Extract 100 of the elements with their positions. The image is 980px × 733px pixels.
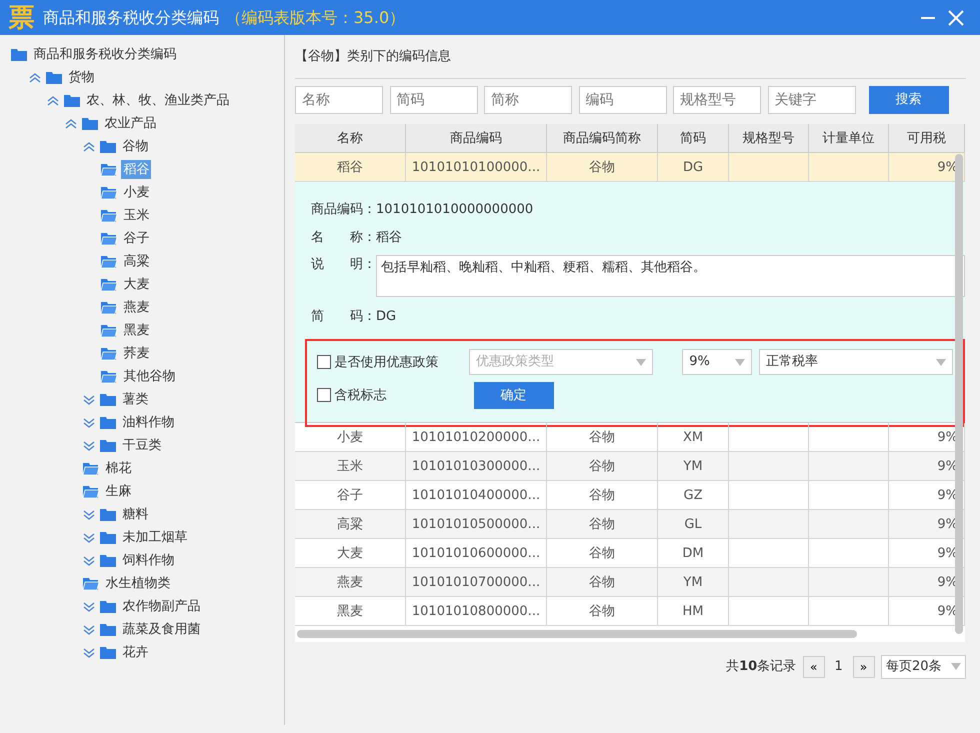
tree-item[interactable]: 水生植物类: [103, 574, 172, 594]
table-cell: 谷物: [547, 452, 658, 480]
checkbox-field[interactable]: 含税标志: [317, 386, 467, 405]
page-number[interactable]: 1: [831, 656, 846, 676]
search-field[interactable]: 编码: [578, 86, 666, 114]
folder-icon: [99, 553, 118, 568]
folder-icon: [99, 599, 118, 614]
tree-item[interactable]: 谷物: [120, 136, 150, 156]
version-label: （编码表版本号：35.0）: [226, 6, 406, 28]
tree-item[interactable]: 饲料作物: [120, 550, 176, 570]
folder-icon: [81, 116, 100, 131]
search-field[interactable]: 关键字: [768, 86, 856, 114]
expand-icon[interactable]: [82, 438, 96, 452]
next-page-button[interactable]: »: [852, 656, 874, 678]
open-folder-icon: [100, 185, 118, 200]
tree-item[interactable]: 商品和服务税收分类编码: [31, 44, 178, 64]
tree-item[interactable]: 荞麦: [121, 344, 152, 364]
tree-item[interactable]: 花卉: [120, 642, 150, 662]
expand-icon[interactable]: [82, 530, 96, 544]
table-cell: 10101010300000...: [406, 452, 547, 480]
search-field[interactable]: 简码: [390, 86, 478, 114]
page-size-dropdown[interactable]: 每页20条: [881, 654, 966, 678]
rate-type-dropdown[interactable]: 正常税率: [758, 349, 953, 376]
tree-item[interactable]: 农、林、牧、渔业类产品: [84, 90, 232, 110]
column-header[interactable]: 商品编码简称: [547, 124, 658, 152]
tree-item[interactable]: 小麦: [121, 182, 152, 202]
collapse-icon[interactable]: [28, 70, 42, 84]
caret-icon: [636, 358, 646, 366]
open-folder-icon: [100, 162, 118, 177]
table-cell: 10101010100000...: [406, 152, 547, 182]
expand-icon[interactable]: [82, 392, 96, 406]
close-icon: [948, 10, 964, 26]
panel-title: 【谷物】类别下的编码信息: [295, 49, 451, 64]
vertical-scrollbar[interactable]: [955, 154, 963, 634]
folder-icon: [99, 139, 118, 154]
table-cell: 10101010800000...: [406, 596, 547, 626]
table-cell: HM: [658, 596, 729, 626]
column-header[interactable]: 简码: [658, 124, 729, 152]
folder-icon: [99, 392, 118, 407]
column-header[interactable]: 名称: [295, 124, 406, 152]
tree-item[interactable]: 生麻: [103, 482, 134, 502]
tree-item[interactable]: 燕麦: [121, 298, 152, 318]
minimize-icon: [920, 16, 934, 18]
expand-icon[interactable]: [82, 622, 96, 636]
field-value: 1010101010000000000: [376, 200, 534, 218]
column-header[interactable]: 规格型号: [729, 124, 809, 152]
table-cell: YM: [658, 568, 729, 596]
tree-item[interactable]: 黑麦: [121, 320, 152, 340]
expand-icon[interactable]: [82, 600, 96, 614]
table-cell: 10101010500000...: [406, 510, 547, 538]
column-header[interactable]: 商品编码: [406, 124, 547, 152]
table-cell: 玉米: [295, 452, 406, 480]
open-folder-icon: [100, 346, 118, 361]
expand-icon[interactable]: [82, 646, 96, 660]
tree-item[interactable]: 油料作物: [120, 412, 176, 432]
tree-item[interactable]: 谷子: [121, 228, 152, 248]
field-value: 稻谷: [376, 228, 402, 246]
table-cell: 10101010700000...: [406, 568, 547, 596]
column-header[interactable]: 可用税: [889, 124, 965, 152]
expand-icon[interactable]: [82, 508, 96, 522]
expand-icon[interactable]: [82, 416, 96, 430]
tree-item[interactable]: 货物: [66, 68, 96, 88]
collapse-icon[interactable]: [64, 116, 78, 130]
horizontal-scrollbar[interactable]: [297, 630, 857, 638]
tree-item[interactable]: 其他谷物: [121, 366, 178, 386]
search-field[interactable]: 简称: [484, 86, 572, 114]
tree-item[interactable]: 高粱: [121, 252, 152, 272]
tree-item[interactable]: 玉米: [121, 206, 152, 226]
search-button[interactable]: 搜索: [868, 86, 948, 114]
collapse-icon[interactable]: [82, 140, 96, 154]
search-field[interactable]: 规格型号: [673, 86, 761, 114]
table-cell: GL: [658, 510, 729, 538]
open-folder-icon: [82, 576, 100, 591]
search-field[interactable]: 名称: [295, 86, 383, 114]
tree-item[interactable]: 薯类: [120, 390, 150, 410]
open-folder-icon: [100, 300, 118, 315]
tree-item[interactable]: 棉花: [103, 458, 134, 478]
table-cell: 黑麦: [295, 596, 406, 626]
checkbox-field[interactable]: 是否使用优惠政策: [317, 352, 462, 372]
tree-item[interactable]: 蔬菜及食用菌: [120, 620, 202, 640]
tree-item[interactable]: 大麦: [121, 274, 152, 294]
folder-icon: [99, 530, 118, 545]
tree-item[interactable]: 干豆类: [120, 436, 164, 456]
tax-rate-dropdown[interactable]: 9%: [682, 349, 752, 376]
collapse-icon[interactable]: [46, 94, 60, 108]
field-label: 简 码：: [311, 308, 376, 326]
field-label: 说 明：: [311, 256, 376, 274]
previous-page-button[interactable]: «: [802, 656, 825, 678]
description-box: 包括早籼稻、晚籼稻、中籼稻、粳稻、糯稻、其他稻谷。: [376, 254, 965, 297]
expand-icon[interactable]: [82, 554, 96, 568]
tree-item[interactable]: 农业产品: [102, 114, 158, 134]
tree-item[interactable]: 农作物副产品: [120, 596, 202, 616]
table-cell: 谷物: [547, 510, 658, 538]
tree-item[interactable]: 糖料: [120, 504, 150, 524]
tree-item[interactable]: 未加工烟草: [120, 528, 190, 548]
confirm-button[interactable]: 确定: [474, 382, 554, 409]
open-folder-icon: [100, 323, 118, 338]
table-cell: DG: [658, 152, 729, 182]
caret-icon: [735, 358, 746, 366]
column-header[interactable]: 计量单位: [809, 124, 889, 152]
